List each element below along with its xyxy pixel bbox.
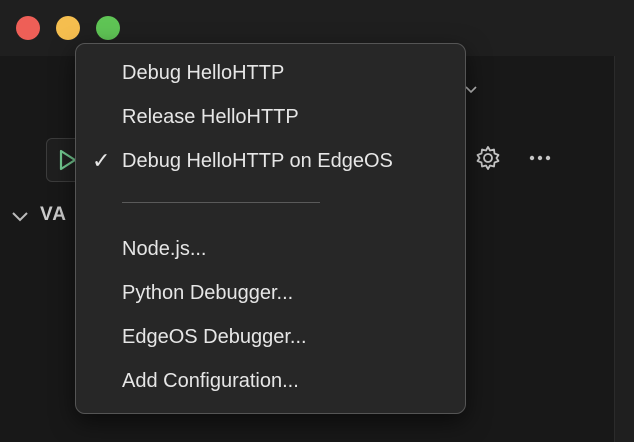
menu-item-debug-hellohttp-edgeos[interactable]: ✓ Debug HelloHTTP on EdgeOS	[76, 143, 465, 179]
app-window: VA Debug HelloHTTP Release HelloHTTP ✓ D…	[0, 0, 634, 442]
menu-item-label: Debug HelloHTTP	[122, 62, 285, 84]
section-title[interactable]: VA	[40, 204, 76, 226]
menu-item-edgeos-debugger[interactable]: EdgeOS Debugger...	[76, 319, 465, 355]
menu-item-label: EdgeOS Debugger...	[122, 326, 307, 348]
editor-edge	[614, 56, 634, 442]
chevron-down-icon[interactable]	[464, 82, 478, 96]
zoom-window-button[interactable]	[96, 16, 120, 40]
minimize-window-button[interactable]	[56, 16, 80, 40]
gear-icon[interactable]	[474, 144, 502, 172]
menu-item-nodejs[interactable]: Node.js...	[76, 231, 465, 267]
menu-separator	[122, 202, 320, 203]
menu-item-label: Python Debugger...	[122, 282, 294, 304]
menu-item-release-hellohttp[interactable]: Release HelloHTTP	[76, 99, 465, 135]
close-window-button[interactable]	[16, 16, 40, 40]
menu-item-label: Debug HelloHTTP on EdgeOS	[122, 150, 393, 172]
section-chevron-icon[interactable]	[10, 207, 30, 227]
menu-item-add-configuration[interactable]: Add Configuration...	[76, 363, 465, 399]
menu-item-debug-hellohttp[interactable]: Debug HelloHTTP	[76, 55, 465, 91]
debug-configuration-menu: Debug HelloHTTP Release HelloHTTP ✓ Debu…	[75, 43, 466, 414]
menu-item-label: Node.js...	[122, 238, 207, 260]
menu-item-python-debugger[interactable]: Python Debugger...	[76, 275, 465, 311]
checkmark-icon: ✓	[92, 148, 111, 173]
menu-item-label: Release HelloHTTP	[122, 106, 299, 128]
menu-item-label: Add Configuration...	[122, 370, 299, 392]
more-icon[interactable]	[528, 150, 552, 166]
